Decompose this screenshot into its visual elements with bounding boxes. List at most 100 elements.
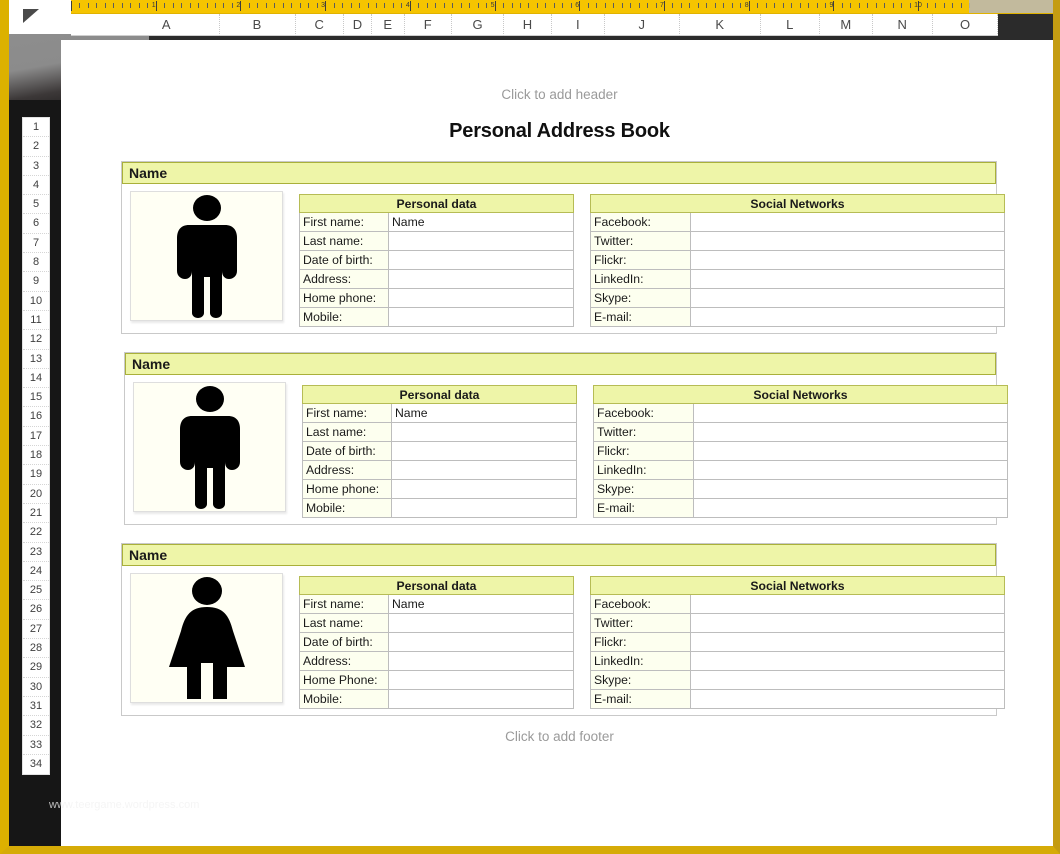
row-header-11[interactable]: 11 xyxy=(23,311,49,330)
social-networks-value-3[interactable] xyxy=(694,461,1008,480)
column-header-a[interactable]: A xyxy=(114,14,220,36)
personal-data-value-4[interactable] xyxy=(389,671,574,690)
row-header-33[interactable]: 33 xyxy=(23,736,49,755)
footer-placeholder[interactable]: Click to add footer xyxy=(61,729,1058,744)
horizontal-ruler[interactable]: 12345678910 xyxy=(9,0,1060,14)
row-header-8[interactable]: 8 xyxy=(23,253,49,272)
column-header-l[interactable]: L xyxy=(761,14,821,36)
ruler-tick xyxy=(706,3,707,8)
social-networks-value-4[interactable] xyxy=(694,480,1008,499)
social-networks-value-5[interactable] xyxy=(691,690,1005,709)
male-person-icon[interactable] xyxy=(130,191,283,321)
personal-data-value-0[interactable]: Name xyxy=(392,404,577,423)
row-header-17[interactable]: 17 xyxy=(23,427,49,446)
row-header-9[interactable]: 9 xyxy=(23,272,49,291)
social-networks-value-2[interactable] xyxy=(694,442,1008,461)
personal-data-value-5[interactable] xyxy=(389,308,574,327)
column-header-j[interactable]: J xyxy=(605,14,681,36)
table-row: Date of birth: xyxy=(300,633,574,652)
column-header-i[interactable]: I xyxy=(552,14,605,36)
row-header-22[interactable]: 22 xyxy=(23,523,49,542)
row-header-19[interactable]: 19 xyxy=(23,465,49,484)
row-header-6[interactable]: 6 xyxy=(23,214,49,233)
social-networks-value-2[interactable] xyxy=(691,633,1005,652)
row-header-1[interactable]: 1 xyxy=(23,118,49,137)
social-networks-value-5[interactable] xyxy=(694,499,1008,518)
social-networks-value-2[interactable] xyxy=(691,251,1005,270)
contact-name-bar[interactable]: Name xyxy=(122,544,996,566)
header-placeholder[interactable]: Click to add header xyxy=(61,87,1058,102)
personal-data-value-2[interactable] xyxy=(389,251,574,270)
column-header-k[interactable]: K xyxy=(680,14,761,36)
personal-data-value-4[interactable] xyxy=(392,480,577,499)
personal-data-value-0[interactable]: Name xyxy=(389,595,574,614)
row-header-29[interactable]: 29 xyxy=(23,658,49,677)
male-person-icon[interactable] xyxy=(133,382,286,512)
row-header-31[interactable]: 31 xyxy=(23,697,49,716)
social-networks-value-3[interactable] xyxy=(691,652,1005,671)
column-header-h[interactable]: H xyxy=(504,14,552,36)
column-header-o[interactable]: O xyxy=(933,14,998,36)
personal-data-value-2[interactable] xyxy=(392,442,577,461)
personal-data-value-3[interactable] xyxy=(392,461,577,480)
row-header-23[interactable]: 23 xyxy=(23,543,49,562)
row-header-5[interactable]: 5 xyxy=(23,195,49,214)
personal-data-value-2[interactable] xyxy=(389,633,574,652)
personal-data-value-5[interactable] xyxy=(389,690,574,709)
social-networks-value-3[interactable] xyxy=(691,270,1005,289)
column-header-c[interactable]: C xyxy=(296,14,345,36)
select-all-corner[interactable] xyxy=(9,0,71,34)
row-header-28[interactable]: 28 xyxy=(23,639,49,658)
row-header-14[interactable]: 14 xyxy=(23,369,49,388)
row-header-3[interactable]: 3 xyxy=(23,157,49,176)
column-header-bar[interactable]: ABCDEFGHIJKLMNO xyxy=(71,14,998,36)
row-header-10[interactable]: 10 xyxy=(23,292,49,311)
column-header-d[interactable]: D xyxy=(344,14,372,36)
column-header-m[interactable]: M xyxy=(820,14,873,36)
social-networks-value-0[interactable] xyxy=(691,595,1005,614)
personal-data-value-1[interactable] xyxy=(392,423,577,442)
personal-data-value-5[interactable] xyxy=(392,499,577,518)
column-header-n[interactable]: N xyxy=(873,14,934,36)
row-header-32[interactable]: 32 xyxy=(23,716,49,735)
social-networks-value-1[interactable] xyxy=(691,614,1005,633)
row-header-18[interactable]: 18 xyxy=(23,446,49,465)
contact-name-bar[interactable]: Name xyxy=(122,162,996,184)
row-header-15[interactable]: 15 xyxy=(23,388,49,407)
row-header-13[interactable]: 13 xyxy=(23,350,49,369)
social-networks-value-4[interactable] xyxy=(691,289,1005,308)
personal-data-value-1[interactable] xyxy=(389,232,574,251)
row-header-30[interactable]: 30 xyxy=(23,678,49,697)
social-networks-value-0[interactable] xyxy=(694,404,1008,423)
social-networks-value-5[interactable] xyxy=(691,308,1005,327)
personal-data-value-4[interactable] xyxy=(389,289,574,308)
social-networks-value-0[interactable] xyxy=(691,213,1005,232)
personal-data-value-1[interactable] xyxy=(389,614,574,633)
contact-name-bar[interactable]: Name xyxy=(125,353,996,375)
column-header-e[interactable]: E xyxy=(372,14,405,36)
row-header-2[interactable]: 2 xyxy=(23,137,49,156)
personal-data-value-3[interactable] xyxy=(389,270,574,289)
row-header-27[interactable]: 27 xyxy=(23,620,49,639)
personal-data-value-3[interactable] xyxy=(389,652,574,671)
row-header-24[interactable]: 24 xyxy=(23,562,49,581)
column-header-g[interactable]: G xyxy=(452,14,504,36)
ruler-margin[interactable] xyxy=(969,0,1060,14)
personal-data-value-0[interactable]: Name xyxy=(389,213,574,232)
row-header-12[interactable]: 12 xyxy=(23,330,49,349)
row-header-26[interactable]: 26 xyxy=(23,600,49,619)
social-networks-value-1[interactable] xyxy=(691,232,1005,251)
row-header-34[interactable]: 34 xyxy=(23,755,49,774)
row-header-16[interactable]: 16 xyxy=(23,407,49,426)
row-header-gutter[interactable]: 1234567891011121314151617181920212223242… xyxy=(22,117,50,775)
row-header-7[interactable]: 7 xyxy=(23,234,49,253)
female-person-icon[interactable] xyxy=(130,573,283,703)
row-header-20[interactable]: 20 xyxy=(23,485,49,504)
column-header-f[interactable]: F xyxy=(405,14,453,36)
row-header-4[interactable]: 4 xyxy=(23,176,49,195)
row-header-21[interactable]: 21 xyxy=(23,504,49,523)
column-header-b[interactable]: B xyxy=(220,14,296,36)
social-networks-value-1[interactable] xyxy=(694,423,1008,442)
social-networks-value-4[interactable] xyxy=(691,671,1005,690)
row-header-25[interactable]: 25 xyxy=(23,581,49,600)
